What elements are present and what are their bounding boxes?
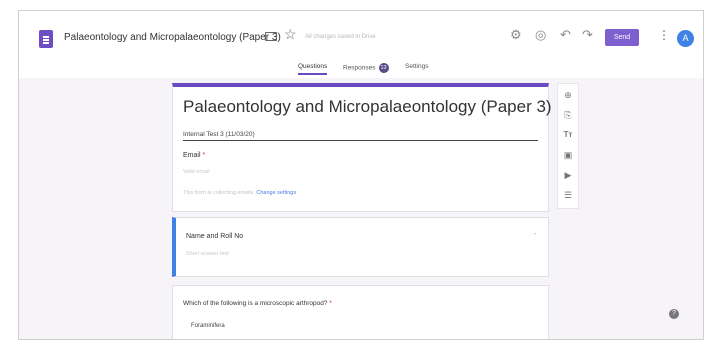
star-icon[interactable]: ☆ <box>284 26 297 43</box>
redo-icon[interactable]: ↷ <box>582 27 593 43</box>
video-icon[interactable]: ▶ <box>558 170 578 181</box>
tab-bar: Questions Responses 13 Settings <box>19 63 703 78</box>
send-button[interactable]: Send <box>605 29 639 46</box>
form-name[interactable]: Palaeontology and Micropalaeontology (Pa… <box>64 32 281 43</box>
question-card[interactable]: Which of the following is a microscopic … <box>172 285 549 339</box>
change-settings-link[interactable]: Change settings <box>256 190 296 196</box>
doc-icon[interactable] <box>39 30 53 48</box>
email-label-text: Email <box>183 152 201 159</box>
email-note: This form is collecting emails. Change s… <box>183 190 296 196</box>
save-status: All changes saved in Drive <box>305 34 376 40</box>
question-title[interactable]: Name and Roll No <box>186 233 243 240</box>
title-icon[interactable]: Tт <box>558 130 578 139</box>
app-window: Palaeontology and Micropalaeontology (Pa… <box>18 10 704 340</box>
form-header-card[interactable]: Palaeontology and Micropalaeontology (Pa… <box>172 83 552 212</box>
more-icon[interactable]: ⋮ <box>658 28 670 42</box>
tab-questions[interactable]: Questions <box>298 63 328 75</box>
preview-icon[interactable]: ◎ <box>535 27 546 43</box>
help-icon[interactable]: ? <box>669 309 679 319</box>
section-icon[interactable]: ☰ <box>558 190 578 201</box>
tab-settings[interactable]: Settings <box>405 63 429 70</box>
avatar[interactable]: A <box>677 30 694 47</box>
top-bar: Palaeontology and Micropalaeontology (Pa… <box>19 11 703 63</box>
question-card[interactable]: Name and Roll No Short answer text • <box>172 217 549 277</box>
question-title-text: Which of the following is a microscopic … <box>183 300 328 307</box>
add-question-icon[interactable]: ⊕ <box>558 90 578 101</box>
required-mark: * <box>202 152 206 159</box>
answer-option[interactable]: Foraminifera <box>191 323 225 329</box>
responses-count-badge: 13 <box>378 63 389 73</box>
tab-responses-label: Responses <box>343 64 376 72</box>
tab-responses[interactable]: Responses 13 <box>343 63 389 73</box>
undo-icon[interactable]: ↶ <box>560 27 571 43</box>
palette-icon[interactable]: ⚙ <box>510 27 522 43</box>
folder-icon[interactable] <box>265 32 277 41</box>
question-title[interactable]: Which of the following is a microscopic … <box>183 300 332 307</box>
floating-toolbar: ⊕ ⎘ Tт ▣ ▶ ☰ <box>557 83 579 209</box>
form-description[interactable]: Internal Test 3 (11/03/20) <box>183 131 538 141</box>
email-note-text: This form is collecting emails. <box>183 190 255 196</box>
drag-handle-icon[interactable]: • <box>534 232 536 238</box>
import-icon[interactable]: ⎘ <box>558 110 578 121</box>
email-hint: Valid email <box>183 169 210 175</box>
required-mark: * <box>329 300 332 307</box>
form-title[interactable]: Palaeontology and Micropalaeontology (Pa… <box>183 97 552 117</box>
image-icon[interactable]: ▣ <box>558 150 578 161</box>
short-answer-hint: Short answer text <box>186 251 229 257</box>
email-question-label: Email * <box>183 152 205 159</box>
